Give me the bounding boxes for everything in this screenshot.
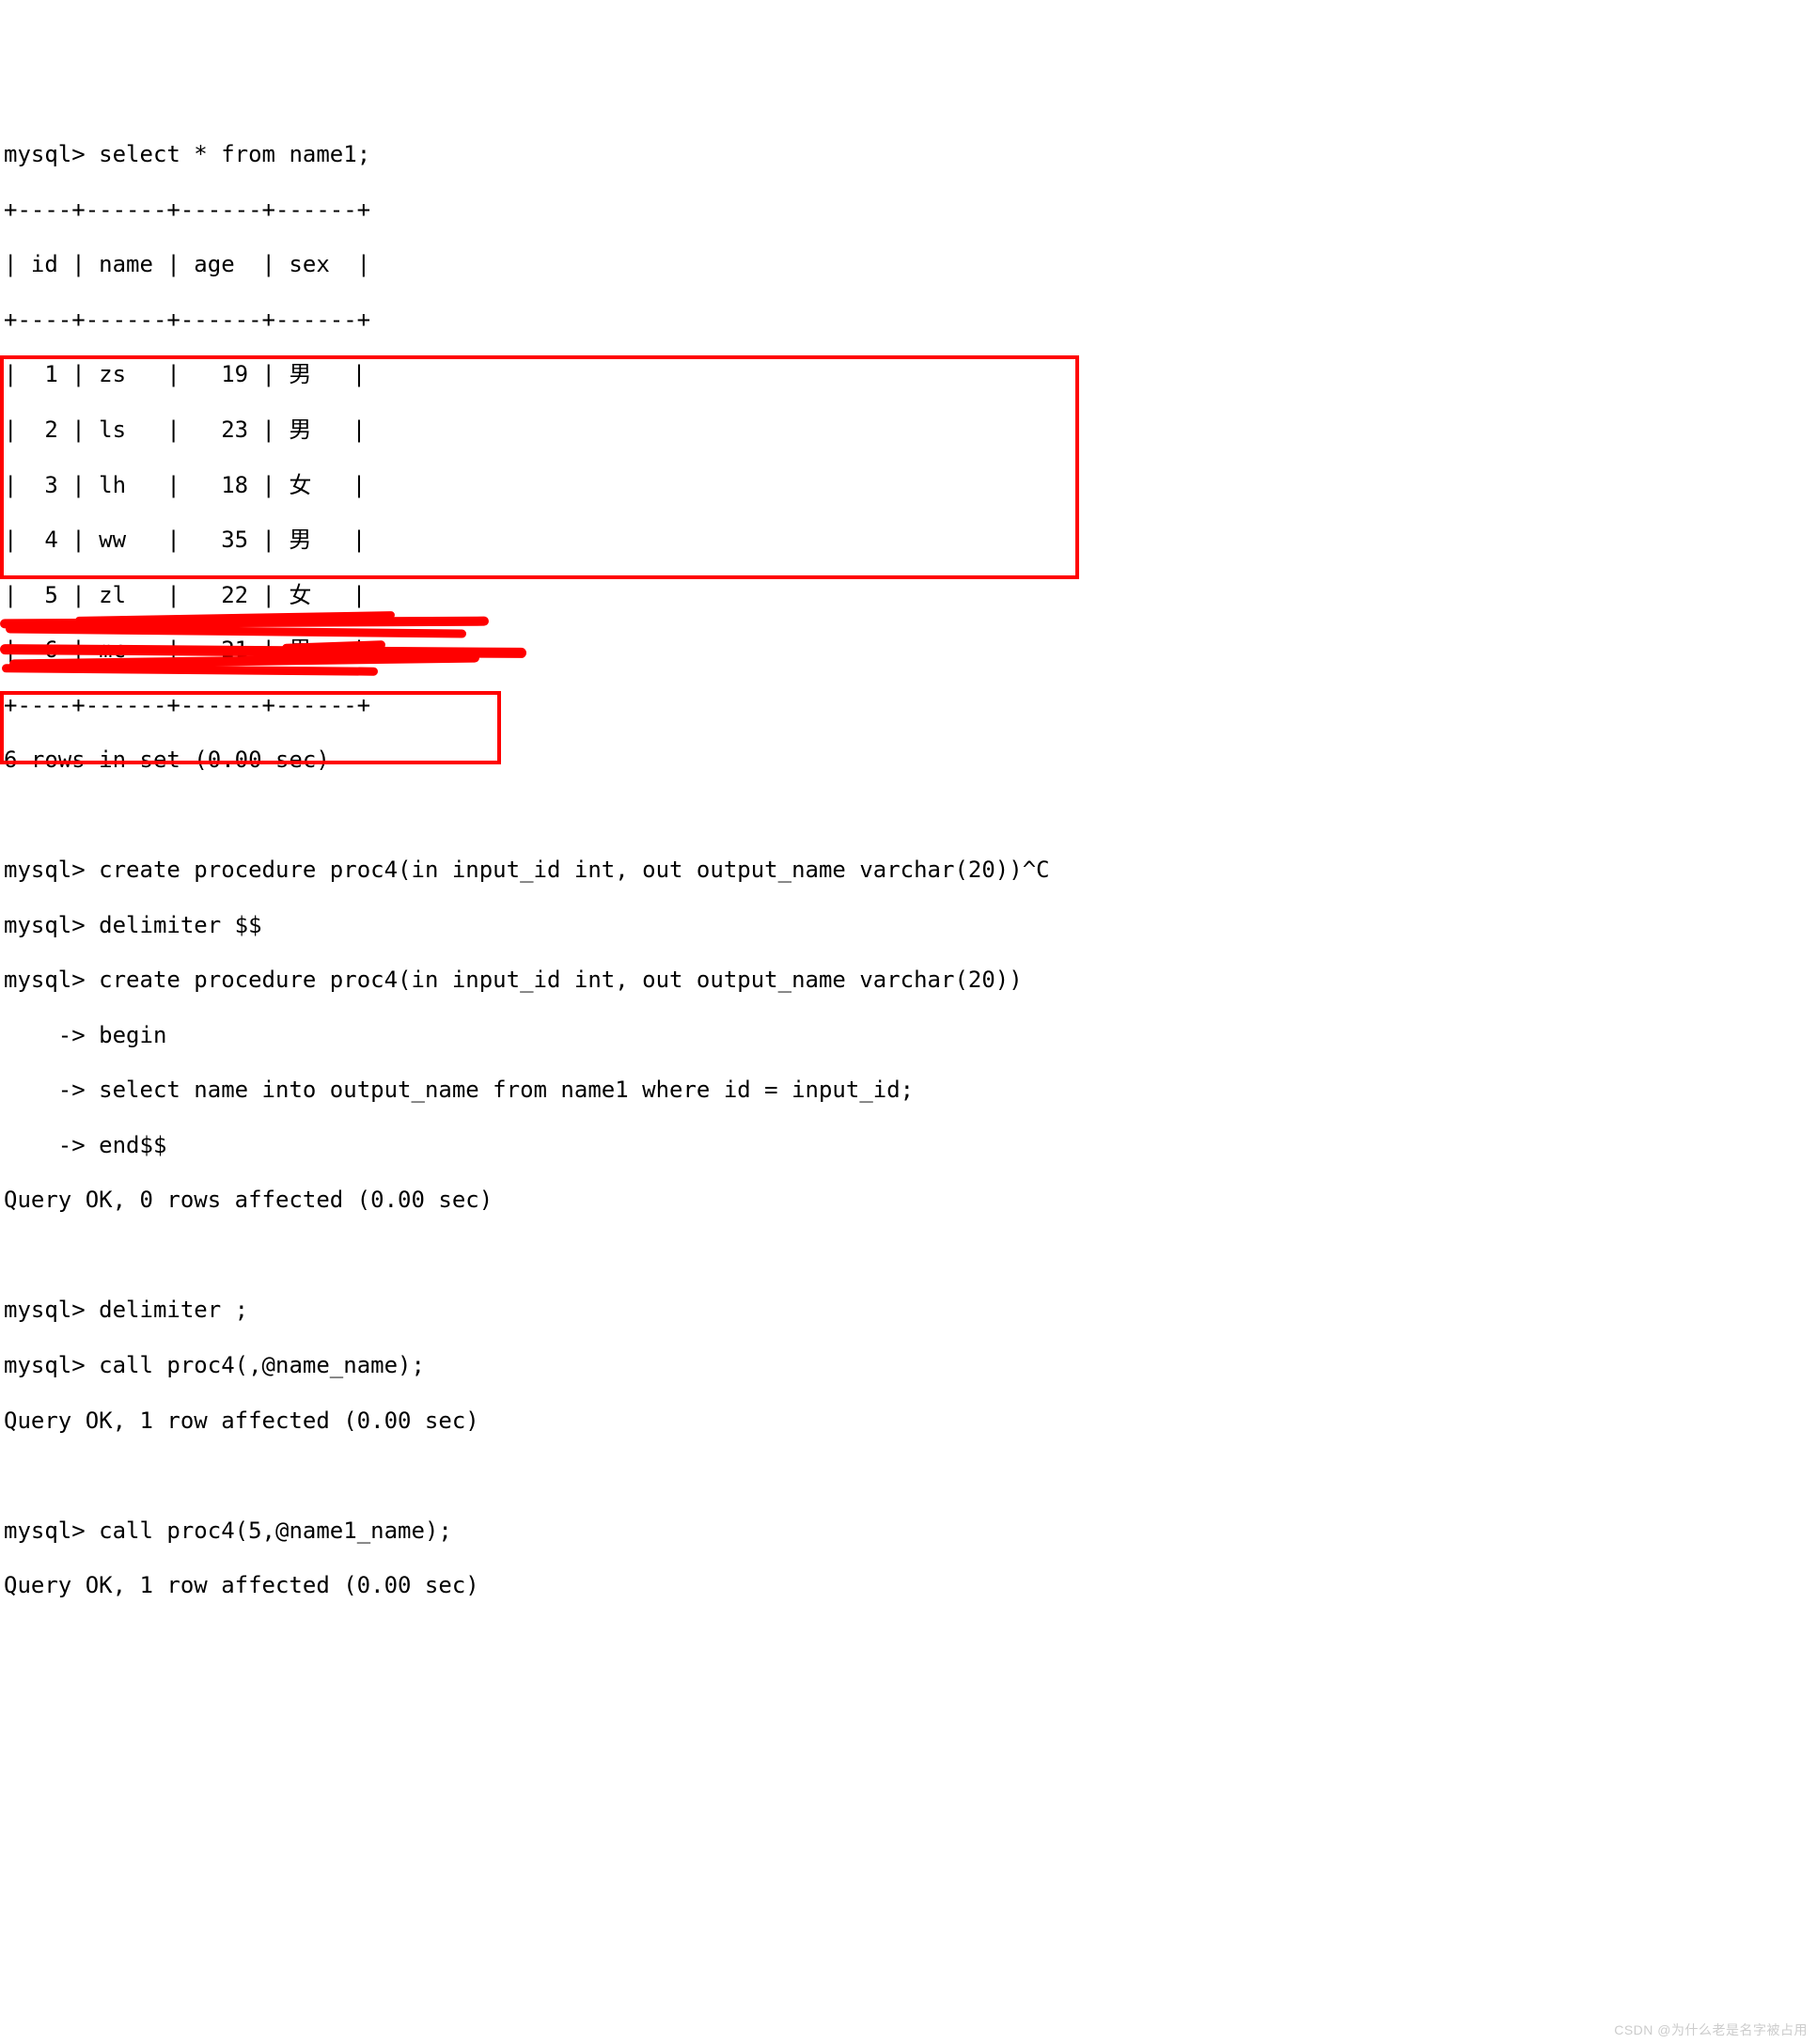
blank-line xyxy=(4,1462,1813,1489)
terminal-line: -> begin xyxy=(4,1022,1813,1049)
terminal-line-redacted: Query OK, 1 row affected (0.00 sec) xyxy=(4,1407,1813,1435)
result-summary: Query OK, 1 row affected (0.00 sec) xyxy=(4,1572,1813,1599)
sql-delimiter: delimiter ; xyxy=(99,1297,248,1323)
sql-query: select * from name1; xyxy=(99,141,370,167)
table-border: +----+------+------+------+ xyxy=(4,692,1813,719)
sql-create-proc-cancelled: create procedure proc4(in input_id int, … xyxy=(99,857,1049,883)
sql-create-proc: create procedure proc4(in input_id int, … xyxy=(99,967,1023,993)
terminal-line: mysql> delimiter ; xyxy=(4,1297,1813,1324)
sql-call-proc: call proc4(5,@name1_name); xyxy=(99,1517,452,1544)
mysql-prompt: mysql> xyxy=(4,1297,86,1323)
table-header: | id | name | age | sex | xyxy=(4,251,1813,278)
sql-begin: begin xyxy=(99,1022,166,1048)
terminal-line: mysql> create procedure proc4(in input_i… xyxy=(4,967,1813,994)
terminal-line: -> select name into output_name from nam… xyxy=(4,1077,1813,1104)
terminal-line-redacted: mysql> call proc4(,@name_name); xyxy=(4,1352,1813,1379)
table-row: | 4 | ww | 35 | 男 | xyxy=(4,527,1813,554)
terminal-line: mysql> delimiter $$ xyxy=(4,912,1813,939)
blank-line xyxy=(4,802,1813,829)
terminal-line: mysql> create procedure proc4(in input_i… xyxy=(4,857,1813,884)
sql-select-into: select name into output_name from name1 … xyxy=(99,1077,914,1103)
mysql-prompt: mysql> xyxy=(4,967,86,993)
terminal-line: mysql> call proc4(5,@name1_name); xyxy=(4,1517,1813,1545)
terminal-line: mysql> select * from name1; xyxy=(4,141,1813,168)
table-row: | 5 | zl | 22 | 女 | xyxy=(4,582,1813,609)
continuation-prompt: -> xyxy=(4,1022,86,1048)
result-summary: 6 rows in set (0.00 sec) xyxy=(4,747,1813,774)
continuation-prompt: -> xyxy=(4,1132,86,1158)
table-border: +----+------+------+------+ xyxy=(4,307,1813,334)
table-border: +----+------+------+------+ xyxy=(4,197,1813,224)
mysql-prompt: mysql> xyxy=(4,1517,86,1544)
blank-line xyxy=(4,1242,1813,1269)
table-row: | 3 | lh | 18 | 女 | xyxy=(4,472,1813,499)
table-row: | 6 | mc | 21 | 男 | xyxy=(4,637,1813,664)
mysql-prompt: mysql> xyxy=(4,141,86,167)
sql-delimiter: delimiter $$ xyxy=(99,912,261,938)
mysql-prompt: mysql> xyxy=(4,912,86,938)
terminal-line: -> end$$ xyxy=(4,1132,1813,1159)
sql-end: end$$ xyxy=(99,1132,166,1158)
result-summary: Query OK, 0 rows affected (0.00 sec) xyxy=(4,1187,1813,1214)
table-row: | 2 | ls | 23 | 男 | xyxy=(4,417,1813,444)
continuation-prompt: -> xyxy=(4,1077,86,1103)
csdn-watermark: CSDN @为什么老是名字被占用 xyxy=(1614,2022,1808,2038)
mysql-prompt: mysql> xyxy=(4,857,86,883)
table-row: | 1 | zs | 19 | 男 | xyxy=(4,361,1813,388)
